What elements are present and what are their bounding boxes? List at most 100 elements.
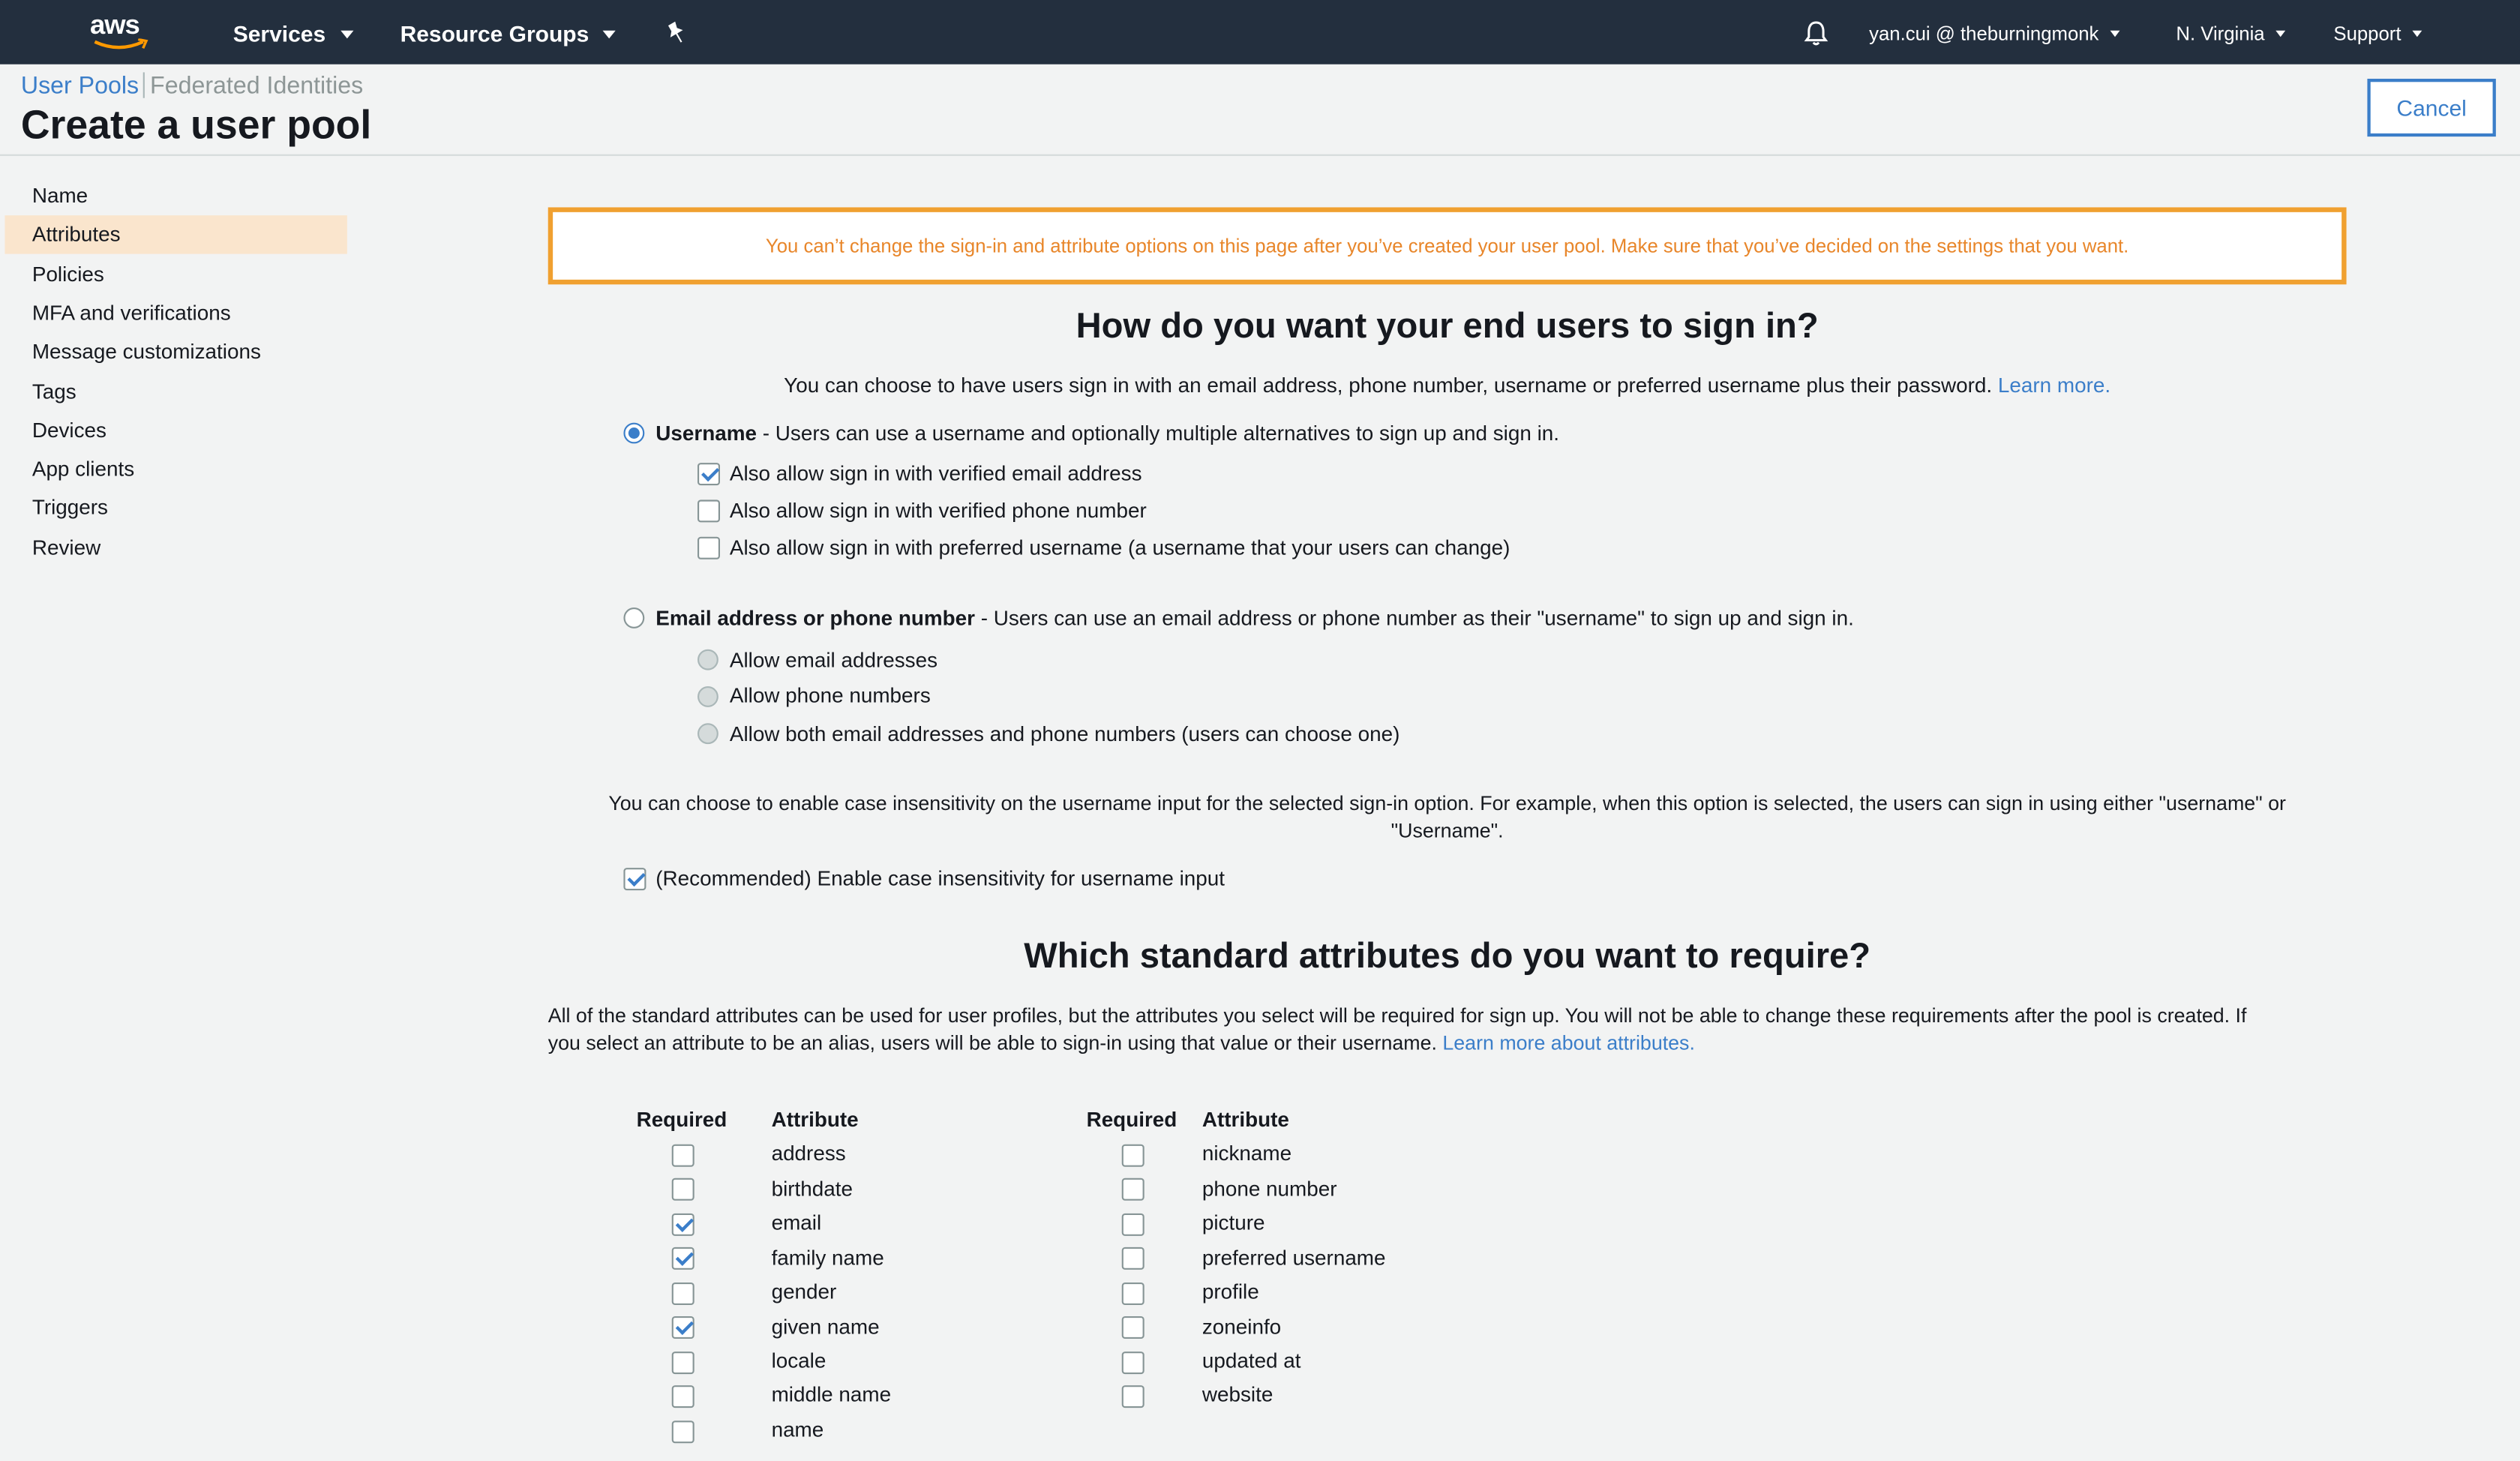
chevron-down-icon (340, 30, 353, 39)
allow-phone-numbers-label: Allow phone numbers (729, 682, 931, 707)
chevron-down-icon (2110, 30, 2120, 38)
breadcrumb: User Pools Federated Identities (21, 72, 363, 100)
attrs-text-line2: you select an attribute to be an alias, … (548, 1031, 1437, 1054)
attr-name-checkbox[interactable] (671, 1420, 694, 1444)
attribute-column-header: Attribute (771, 1107, 859, 1132)
page: aws Services Resource Groups yan.cui @ t… (0, 0, 2520, 1461)
attr-family-name-label: family name (771, 1245, 884, 1270)
sidebar-item-attributes[interactable]: Attributes (4, 215, 347, 254)
sidebar-item-app-clients[interactable]: App clients (4, 450, 346, 488)
sidebar-item-review[interactable]: Review (4, 529, 346, 567)
attr-email-checkbox[interactable] (671, 1213, 694, 1236)
attr-locale-label: locale (771, 1348, 826, 1372)
sidebar-item-tags[interactable]: Tags (4, 373, 346, 411)
chevron-down-icon (2276, 30, 2286, 38)
region-menu[interactable]: N. Virginia (2176, 22, 2286, 45)
aws-logo[interactable]: aws (87, 10, 158, 55)
page-title: Create a user pool (20, 103, 372, 148)
attr-address-checkbox[interactable] (671, 1144, 694, 1167)
attr-gender-label: gender (771, 1279, 837, 1304)
username-radio[interactable] (623, 422, 645, 444)
chevron-down-icon (603, 30, 616, 39)
breadcrumb-user-pools[interactable]: User Pools (21, 72, 139, 99)
case-text-line1: You can choose to enable case insensitiv… (608, 792, 2286, 815)
attr-birthdate-checkbox[interactable] (671, 1178, 694, 1201)
attributes-description: All of the standard attributes can be us… (548, 1003, 2356, 1058)
required-column-header: Required (1086, 1107, 1178, 1132)
signin-intro-text: You can choose to have users sign in wit… (784, 373, 1993, 398)
allow-both-radio[interactable] (698, 723, 718, 745)
case-text-line2: "Username". (1390, 819, 1504, 842)
aws-logo-text: aws (90, 9, 140, 40)
attr-profile-label: profile (1202, 1279, 1259, 1304)
bell-icon[interactable] (1802, 20, 1831, 49)
attr-profile-checkbox[interactable] (1121, 1282, 1144, 1305)
signin-heading: How do you want your end users to sign i… (1076, 305, 1819, 346)
sidebar-item-mfa[interactable]: MFA and verifications (4, 294, 346, 332)
attr-zoneinfo-checkbox[interactable] (1121, 1316, 1144, 1339)
email-or-phone-radio[interactable] (623, 608, 645, 628)
pin-icon[interactable] (664, 21, 689, 46)
account-menu[interactable]: yan.cui @ theburningmonk (1869, 22, 2120, 45)
required-column-header: Required (636, 1107, 728, 1132)
attr-phone-number-label: phone number (1202, 1176, 1337, 1201)
attrs-text-line1: All of the standard attributes can be us… (548, 1004, 2247, 1028)
username-option-label: Username - Users can use a username and … (656, 421, 1559, 445)
attr-picture-checkbox[interactable] (1121, 1213, 1144, 1236)
attr-given-name-label: given name (771, 1314, 880, 1339)
attr-nickname-label: nickname (1202, 1141, 1292, 1166)
attr-address-label: address (771, 1141, 846, 1166)
attr-given-name-checkbox[interactable] (671, 1316, 694, 1339)
attr-gender-checkbox[interactable] (671, 1282, 694, 1305)
resource-groups-menu[interactable]: Resource Groups (400, 21, 616, 46)
attr-preferred-username-checkbox[interactable] (1121, 1246, 1144, 1270)
allow-preferred-username-label: Also allow sign in with preferred userna… (729, 535, 1510, 560)
attr-website-checkbox[interactable] (1121, 1385, 1144, 1408)
region-label: N. Virginia (2176, 22, 2265, 45)
sidebar-item-triggers[interactable]: Triggers (4, 488, 346, 526)
sidebar-item-name[interactable]: Name (4, 177, 346, 215)
learn-more-link[interactable]: Learn more. (1998, 373, 2110, 397)
attr-birthdate-label: birthdate (771, 1176, 853, 1201)
email-option-desc: - Users can use an email address or phon… (974, 605, 1854, 630)
email-option-label: Email address or phone number - Users ca… (656, 606, 1854, 630)
chevron-down-icon (2412, 30, 2422, 38)
warning-banner: You can’t change the sign-in and attribu… (548, 207, 2347, 285)
allow-both-label: Allow both email addresses and phone num… (729, 722, 1400, 746)
allow-preferred-username-checkbox[interactable] (698, 536, 720, 560)
support-menu[interactable]: Support (2333, 22, 2422, 45)
attr-family-name-checkbox[interactable] (671, 1246, 694, 1270)
attr-picture-label: picture (1202, 1210, 1265, 1234)
allow-email-addresses-label: Allow email addresses (729, 647, 938, 672)
attr-middle-name-checkbox[interactable] (671, 1385, 694, 1408)
breadcrumb-federated-identities[interactable]: Federated Identities (150, 72, 363, 99)
email-option-title: Email address or phone number (656, 605, 975, 630)
sidebar-item-devices[interactable]: Devices (4, 412, 346, 450)
username-option-title: Username (656, 421, 758, 446)
case-insensitivity-label: (Recommended) Enable case insensitivity … (656, 866, 1225, 891)
allow-phone-label: Also allow sign in with verified phone n… (729, 498, 1147, 523)
allow-phone-checkbox[interactable] (698, 500, 720, 523)
services-menu[interactable]: Services (233, 21, 353, 46)
account-label: yan.cui @ theburningmonk (1869, 22, 2099, 45)
attr-nickname-checkbox[interactable] (1121, 1144, 1144, 1167)
sidebar-item-message-customizations[interactable]: Message customizations (4, 333, 346, 371)
cancel-button[interactable]: Cancel (2367, 79, 2496, 137)
allow-email-checkbox[interactable] (698, 463, 720, 486)
attr-phone-number-checkbox[interactable] (1121, 1178, 1144, 1201)
attr-email-label: email (771, 1210, 822, 1234)
support-label: Support (2333, 22, 2402, 45)
resource-groups-label: Resource Groups (400, 20, 590, 47)
sidebar-item-policies[interactable]: Policies (4, 256, 346, 294)
case-insensitivity-checkbox[interactable] (623, 868, 646, 891)
signin-intro: You can choose to have users sign in wit… (548, 373, 2347, 397)
top-nav-bar: aws Services Resource Groups yan.cui @ t… (0, 0, 2520, 64)
allow-email-addresses-radio[interactable] (698, 649, 718, 670)
attr-updated-at-checkbox[interactable] (1121, 1352, 1144, 1375)
allow-phone-numbers-radio[interactable] (698, 686, 718, 707)
attributes-heading: Which standard attributes do you want to… (1024, 935, 1871, 976)
attr-locale-checkbox[interactable] (671, 1352, 694, 1375)
learn-more-attributes-link[interactable]: Learn more about attributes. (1442, 1032, 1695, 1054)
attribute-column-header: Attribute (1202, 1107, 1289, 1132)
attr-updated-at-label: updated at (1202, 1348, 1301, 1372)
